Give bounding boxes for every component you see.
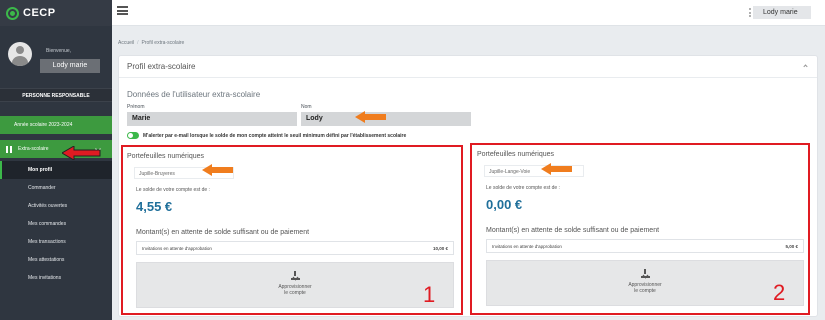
sidebar-item-mes-commandes[interactable]: Mes commandes: [0, 215, 112, 233]
avatar: [8, 42, 32, 66]
section-title: Données de l'utilisateur extra-scolaire: [127, 90, 261, 99]
arrow-left-icon: [355, 111, 386, 123]
sidebar-item-label: Extra-scolaire: [18, 146, 49, 152]
breadcrumb-home[interactable]: Accueil: [118, 40, 134, 46]
email-alert-toggle[interactable]: [127, 132, 139, 139]
sidebar-item-mon-profil[interactable]: Mon profil: [0, 161, 112, 179]
sidebar-item-mes-transactions[interactable]: Mes transactions: [0, 233, 112, 251]
menu-icon[interactable]: [117, 6, 128, 15]
page: CECP Bienvenue, Lody marie PERSONNE RESP…: [0, 0, 825, 320]
sidebar-user-name: Lody marie: [40, 59, 100, 73]
breadcrumb-separator: /: [137, 40, 139, 46]
user-block: Bienvenue, Lody marie: [0, 26, 112, 84]
sidebar-item-mes-attestations[interactable]: Mes attestations: [0, 251, 112, 269]
logo[interactable]: CECP: [0, 0, 112, 26]
logo-icon: [6, 6, 19, 20]
firstname-field[interactable]: Marie: [127, 112, 297, 126]
breadcrumb: Accueil / Profil extra-scolaire: [118, 40, 184, 46]
annotation-box-2: [470, 143, 810, 315]
sidebar-section-label: PERSONNE RESPONSABLE: [0, 88, 112, 102]
sidebar: CECP Bienvenue, Lody marie PERSONNE RESP…: [0, 0, 112, 320]
email-alert-label: M'alerter par e-mail lorsque le solde de…: [143, 133, 407, 139]
lastname-label: Nom: [301, 104, 312, 110]
annotation-box-1: [121, 145, 463, 315]
sidebar-submenu: Mon profil Commander Activités ouvertes …: [0, 161, 112, 287]
welcome-text: Bienvenue,: [46, 48, 72, 54]
logo-text: CECP: [23, 7, 56, 19]
sidebar-item-activites-ouvertes[interactable]: Activités ouvertes: [0, 197, 112, 215]
topbar-user-button[interactable]: Lody marie: [753, 6, 811, 19]
sidebar-item-commander[interactable]: Commander: [0, 179, 112, 197]
card-title: Profil extra-scolaire: [119, 56, 817, 78]
breadcrumb-current: Profil extra-scolaire: [141, 40, 185, 46]
annotation-number-1: 1: [423, 282, 436, 307]
arrow-left-icon: [541, 163, 572, 175]
sidebar-item-mes-invitations[interactable]: Mes invitations: [0, 269, 112, 287]
topbar: Lody marie: [112, 0, 825, 26]
firstname-label: Prénom: [127, 104, 145, 110]
annotation-number-2: 2: [773, 280, 786, 305]
sidebar-item-school-year[interactable]: Année scolaire 2023-2024: [0, 116, 112, 134]
fork-knife-icon: [6, 145, 12, 153]
arrow-left-icon: [62, 146, 101, 160]
arrow-left-icon: [202, 164, 233, 176]
